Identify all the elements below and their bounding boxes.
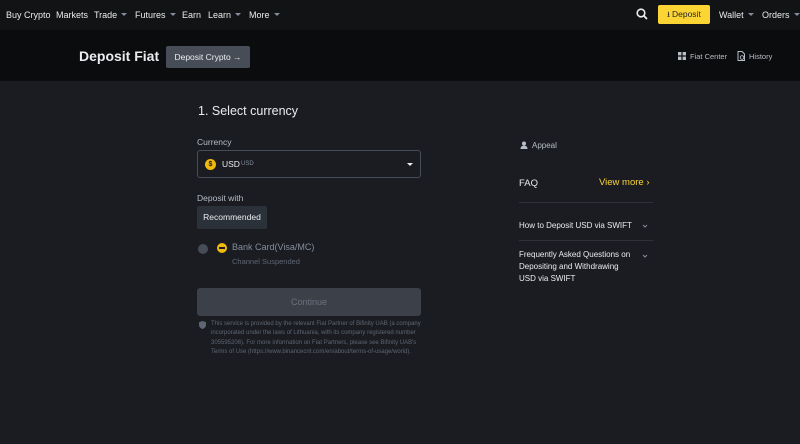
- search-icon[interactable]: [636, 8, 648, 20]
- faq-item[interactable]: Frequently Asked Questions on Depositing…: [519, 249, 637, 285]
- nav-more[interactable]: More: [249, 0, 280, 30]
- usd-coin-icon: $: [205, 159, 216, 170]
- nav-wallet[interactable]: Wallet: [719, 0, 754, 30]
- top-navigation: Buy Crypto Markets Trade Futures Earn Le…: [0, 0, 800, 30]
- deposit-crypto-button[interactable]: Deposit Crypto →: [166, 46, 250, 68]
- page-title: Deposit Fiat: [79, 48, 160, 64]
- chevron-down-icon[interactable]: [642, 223, 648, 229]
- faq-title: FAQ: [519, 178, 539, 189]
- currency-label: Currency: [197, 137, 232, 147]
- nav-earn[interactable]: Earn: [182, 0, 201, 30]
- nav-trade[interactable]: Trade: [94, 0, 128, 30]
- deposit-with-label: Deposit with: [197, 193, 244, 203]
- fiat-center-link[interactable]: Fiat Center: [690, 52, 727, 61]
- chevron-down-icon: [169, 13, 176, 16]
- chevron-down-icon: [121, 13, 128, 16]
- nav-orders[interactable]: Orders: [762, 0, 800, 30]
- page-header: Deposit Fiat Deposit Crypto → Fiat Cente…: [0, 30, 800, 81]
- chevron-down-icon: [235, 13, 242, 16]
- tab-recommended[interactable]: Recommended: [197, 206, 267, 229]
- payment-method-name[interactable]: Bank Card(Visa/MC): [232, 242, 314, 252]
- chevron-down-icon: [407, 163, 413, 166]
- nav-futures[interactable]: Futures: [135, 0, 176, 30]
- deposit-button[interactable]: ⭳ Deposit: [658, 5, 710, 24]
- view-more-link[interactable]: View more ›: [599, 177, 650, 188]
- nav-markets[interactable]: Markets: [56, 0, 88, 30]
- currency-code: USD: [222, 159, 240, 169]
- download-icon: ⭳: [667, 10, 670, 19]
- currency-select[interactable]: $ USD USD: [197, 150, 421, 178]
- credit-card-icon: [217, 243, 227, 253]
- history-icon: [737, 51, 745, 61]
- appeal-link[interactable]: Appeal: [532, 141, 557, 150]
- chevron-down-icon: [273, 13, 280, 16]
- bank-card-radio[interactable]: [198, 244, 208, 254]
- faq-item[interactable]: How to Deposit USD via SWIFT: [519, 220, 637, 232]
- disclaimer-text: This service is provided by the relevant…: [211, 321, 421, 355]
- divider: [519, 240, 653, 241]
- step-title: 1. Select currency: [198, 104, 299, 118]
- nav-learn[interactable]: Learn: [208, 0, 242, 30]
- shield-icon: [199, 321, 206, 329]
- payment-method-status: Channel Suspended: [232, 257, 300, 266]
- appeal-icon: [520, 141, 528, 149]
- continue-button[interactable]: Continue: [197, 288, 421, 316]
- chevron-down-icon: [747, 13, 754, 16]
- grid-icon: [678, 52, 686, 60]
- history-link[interactable]: History: [749, 52, 772, 61]
- chevron-down-icon[interactable]: [642, 253, 648, 259]
- nav-buy-crypto[interactable]: Buy Crypto: [6, 0, 51, 30]
- chevron-down-icon: [793, 13, 800, 16]
- currency-subtitle: USD: [241, 161, 254, 167]
- divider: [519, 202, 653, 203]
